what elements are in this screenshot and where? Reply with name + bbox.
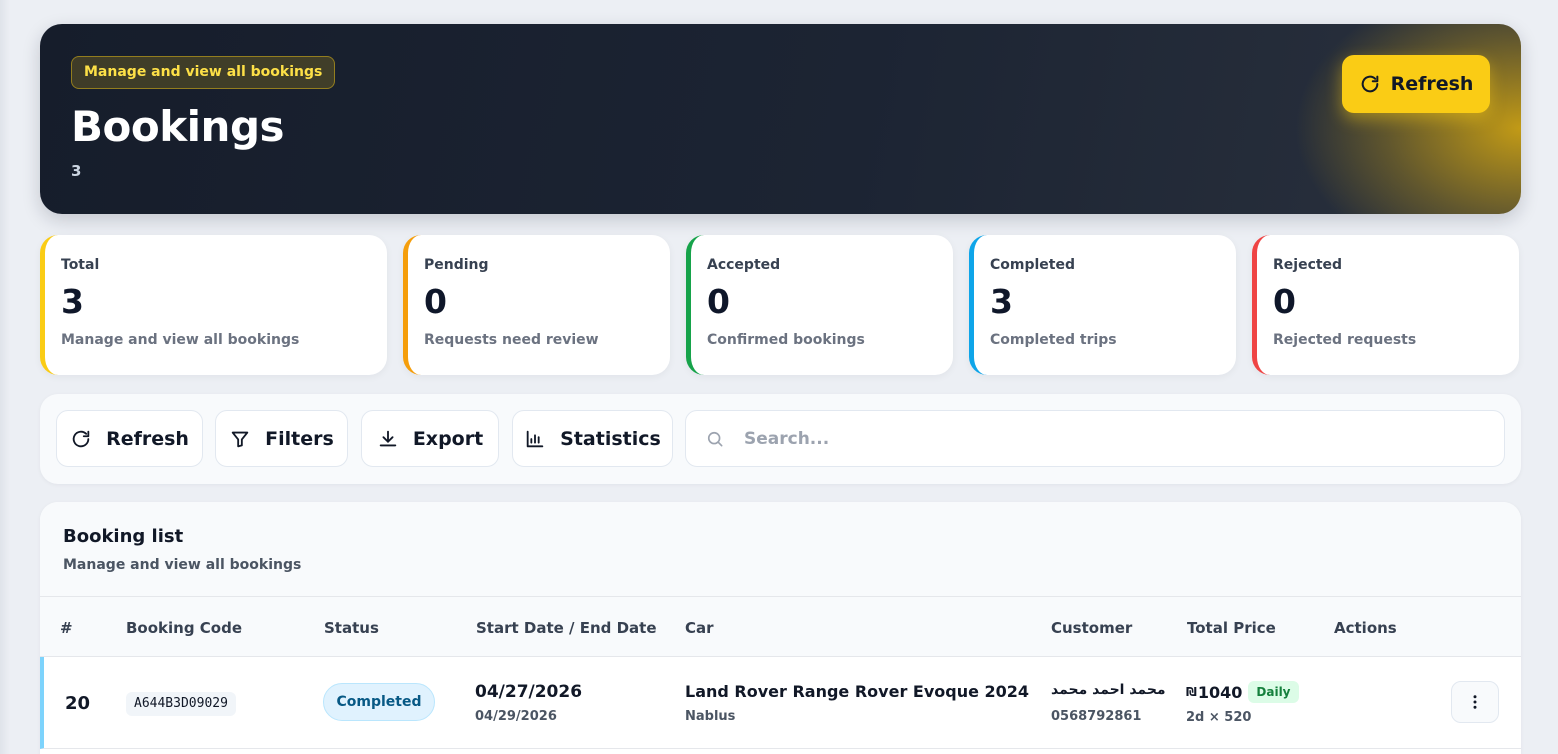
column-header-dates: Start Date / End Date xyxy=(476,619,657,637)
stat-label: Rejected xyxy=(1273,257,1343,273)
booking-count: 3 xyxy=(71,162,82,180)
booking-list-subtitle: Manage and view all bookings xyxy=(63,557,302,573)
row-actions-button[interactable] xyxy=(1451,681,1499,723)
toolbar: Refresh Filters Export Statistics xyxy=(40,394,1521,484)
customer-phone: 0568792861 xyxy=(1051,709,1142,724)
stat-value: 3 xyxy=(990,282,1013,321)
refresh-icon xyxy=(72,430,90,447)
stat-value: 0 xyxy=(424,282,447,321)
export-label: Export xyxy=(412,427,484,450)
filters-button[interactable]: Filters xyxy=(215,410,348,467)
column-header-actions: Actions xyxy=(1334,619,1397,637)
booking-list-header: Booking list Manage and view all booking… xyxy=(40,502,1521,597)
total-price: ₪ 1040 Daily xyxy=(1186,681,1299,703)
refresh-label: Refresh xyxy=(106,427,189,450)
price-breakdown: 2d × 520 xyxy=(1186,710,1252,725)
row-number: 20 xyxy=(65,693,91,714)
start-date: 04/27/2026 xyxy=(475,682,583,702)
column-header-booking-code: Booking Code xyxy=(126,619,243,637)
download-icon xyxy=(379,430,397,446)
stat-label: Accepted xyxy=(707,257,781,273)
stat-desc: Completed trips xyxy=(990,332,1117,348)
page-title: Bookings xyxy=(71,102,285,151)
stat-card-completed: Completed 3 Completed trips xyxy=(969,235,1236,375)
column-header-total-price: Total Price xyxy=(1187,619,1276,637)
statistics-button[interactable]: Statistics xyxy=(512,410,673,467)
stat-card-rejected: Rejected 0 Rejected requests xyxy=(1252,235,1519,375)
stat-desc: Requests need review xyxy=(424,332,599,348)
page-edge xyxy=(0,0,10,754)
hero-banner: Manage and view all bookings Bookings 3 … xyxy=(40,24,1521,214)
currency-symbol: ₪ xyxy=(1186,685,1197,699)
stat-value: 0 xyxy=(1273,282,1296,321)
car-name: Land Rover Range Rover Evoque 2024 xyxy=(685,682,1030,701)
table-header: # Booking Code Status Start Date / End D… xyxy=(40,597,1521,657)
search-input[interactable] xyxy=(744,428,1464,449)
refresh-button[interactable]: Refresh xyxy=(56,410,203,467)
stat-card-total: Total 3 Manage and view all bookings xyxy=(40,235,387,375)
stat-card-accepted: Accepted 0 Confirmed bookings xyxy=(686,235,953,375)
column-header-car: Car xyxy=(685,619,714,637)
more-vertical-icon xyxy=(1473,695,1477,709)
status-badge: Completed xyxy=(323,683,435,721)
hero-refresh-button[interactable]: Refresh xyxy=(1342,55,1490,113)
refresh-icon xyxy=(1361,75,1378,93)
stat-desc: Manage and view all bookings xyxy=(61,332,300,348)
statistics-label: Statistics xyxy=(560,427,661,450)
price-value: 1040 xyxy=(1197,682,1243,702)
column-header-status: Status xyxy=(324,619,379,637)
hero-badge: Manage and view all bookings xyxy=(71,56,336,89)
stat-label: Pending xyxy=(424,257,489,273)
stat-label: Total xyxy=(61,257,100,273)
stat-value: 0 xyxy=(707,282,730,321)
booking-code: A644B3D09029 xyxy=(126,692,236,716)
bar-chart-icon xyxy=(526,430,544,447)
booking-list-card: Booking list Manage and view all booking… xyxy=(40,502,1521,754)
end-date: 04/29/2026 xyxy=(475,709,557,724)
search-box xyxy=(685,410,1505,467)
search-icon xyxy=(707,431,723,446)
rate-badge: Daily xyxy=(1248,681,1299,703)
filters-label: Filters xyxy=(265,427,334,450)
stat-card-pending: Pending 0 Requests need review xyxy=(403,235,670,375)
column-header-customer: Customer xyxy=(1051,619,1133,637)
booking-list-title: Booking list xyxy=(63,526,184,547)
stat-desc: Rejected requests xyxy=(1273,332,1417,348)
column-header-number: # xyxy=(60,619,73,637)
filter-icon xyxy=(231,431,249,447)
stat-label: Completed xyxy=(990,257,1076,273)
stat-desc: Confirmed bookings xyxy=(707,332,865,348)
table-row[interactable]: 20 A644B3D09029 Completed 04/27/2026 04/… xyxy=(40,657,1521,749)
hero-refresh-label: Refresh xyxy=(1390,73,1474,95)
customer-name: محمد احمد محمد xyxy=(1051,682,1166,698)
car-city: Nablus xyxy=(685,709,736,724)
export-button[interactable]: Export xyxy=(361,410,499,467)
stat-value: 3 xyxy=(61,282,84,321)
